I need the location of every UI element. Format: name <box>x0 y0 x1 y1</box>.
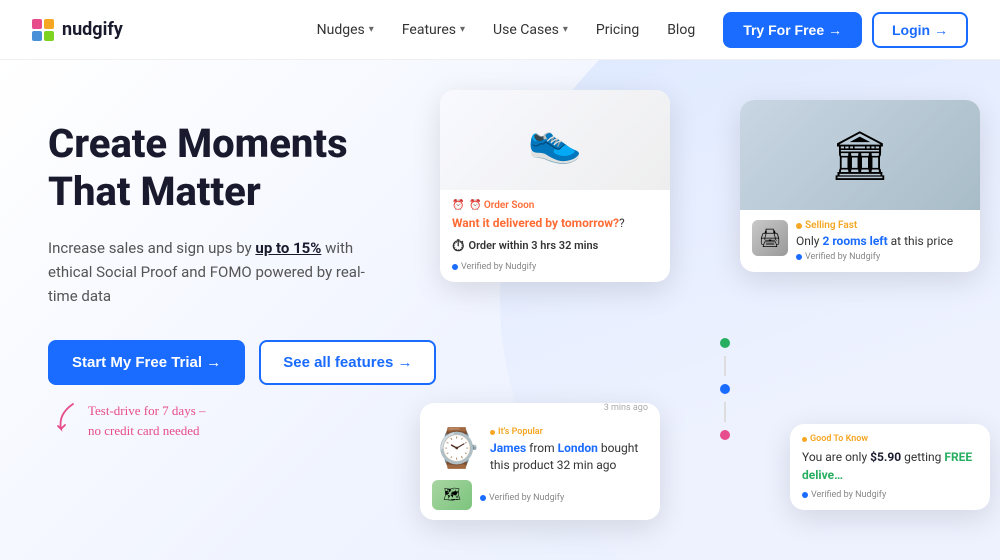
hotel-info: Selling Fast Only 2 rooms left at this p… <box>796 220 953 262</box>
handwritten-note: Test-drive for 7 days –no credit card ne… <box>88 401 380 440</box>
cta-row: Start My Free Trial → See all features → <box>48 340 380 385</box>
delivery-discount-card: Good To Know You are only $5.90 getting … <box>790 424 990 510</box>
gtk-dot <box>802 437 807 442</box>
purchase-nudge-card: 3 mins ago ⌚ It's Popular James from Lon… <box>420 403 660 520</box>
verified-dot <box>796 254 802 260</box>
nav-links: Nudges ▾ Features ▾ Use Cases ▾ Pricing … <box>305 14 708 46</box>
progress-dot-pink <box>720 430 730 440</box>
shoe-product-image: 👟 <box>440 90 670 190</box>
verified-dot <box>802 492 808 498</box>
clock-icon: ⏰ <box>452 200 464 211</box>
start-trial-button[interactable]: Start My Free Trial → <box>48 340 245 385</box>
logo-sq-4 <box>44 31 54 41</box>
progress-indicator <box>720 338 730 440</box>
timer-icon: ⏱ <box>452 236 464 256</box>
navbar: nudgify Nudges ▾ Features ▾ Use Cases ▾ … <box>0 0 1000 60</box>
hero-visuals: 👟 ⏰ ⏰ Order Soon Want it delivered by to… <box>380 60 1000 560</box>
chevron-down-icon: ▾ <box>460 24 465 35</box>
chevron-down-icon: ▾ <box>563 24 568 35</box>
progress-dot-blue <box>720 384 730 394</box>
verified-dot <box>452 264 458 270</box>
see-features-button[interactable]: See all features → <box>259 340 436 385</box>
hero-subtitle: Increase sales and sign ups by up to 15%… <box>48 236 380 308</box>
purchase-message: James from London bought this product 32… <box>490 440 648 474</box>
verified-badge: Verified by Nudgify <box>452 262 658 272</box>
good-to-know-tag: Good To Know <box>802 434 978 444</box>
map-thumbnail: 🗺 <box>432 480 472 510</box>
nav-nudges[interactable]: Nudges ▾ <box>305 14 386 46</box>
watch-info: It's Popular James from London bought th… <box>490 427 648 474</box>
watch-verified-badge: Verified by Nudgify <box>480 493 564 503</box>
hotel-nudge-card: 🏛 🖨 Selling Fast Only 2 rooms left at th… <box>740 100 980 272</box>
chevron-down-icon: ▾ <box>369 24 374 35</box>
watch-card-top: ⌚ It's Popular James from London bought … <box>420 417 660 480</box>
nav-blog[interactable]: Blog <box>655 14 707 46</box>
time-ago-label: 3 mins ago <box>420 403 660 413</box>
brand-name: nudgify <box>62 19 123 40</box>
progress-line <box>724 402 726 422</box>
nav-features[interactable]: Features ▾ <box>390 14 477 46</box>
highlight-text: up to 15% <box>255 239 321 257</box>
nav-pricing[interactable]: Pricing <box>584 14 651 46</box>
delivery-card-body: Good To Know You are only $5.90 getting … <box>790 424 990 510</box>
card-shoe-body: ⏰ ⏰ Order Soon Want it delivered by tomo… <box>440 190 670 282</box>
delivery-discount-message: You are only $5.90 getting FREE delive… <box>802 448 978 484</box>
map-row: 🗺 Verified by Nudgify <box>420 480 660 520</box>
logo[interactable]: nudgify <box>32 19 123 41</box>
arrow-icon <box>53 399 83 439</box>
logo-icon <box>32 19 54 41</box>
hero-title: Create Moments That Matter <box>48 120 380 216</box>
watch-icon: ⌚ <box>432 427 482 471</box>
rooms-message: Only 2 rooms left at this price <box>796 234 953 248</box>
logo-sq-3 <box>32 31 42 41</box>
location-highlight: London <box>558 441 598 455</box>
timer-row: ⏱ Order within 3 hrs 32 mins <box>452 236 658 256</box>
progress-dot-green <box>720 338 730 348</box>
trial-note: Test-drive for 7 days –no credit card ne… <box>88 401 380 440</box>
hero-content: Create Moments That Matter Increase sale… <box>0 60 380 560</box>
selling-fast-tag: Selling Fast <box>796 220 953 231</box>
nav-use-cases[interactable]: Use Cases ▾ <box>481 14 580 46</box>
selling-dot <box>796 223 802 229</box>
watch-image: ⌚ <box>432 427 482 471</box>
verified-dot <box>480 495 486 501</box>
hotel-thumbnail: 🖨 <box>752 220 788 256</box>
popular-tag: It's Popular <box>490 427 648 437</box>
login-button[interactable]: Login → <box>872 12 968 48</box>
hotel-image: 🏛 <box>740 100 980 210</box>
popular-dot <box>490 430 495 435</box>
logo-sq-1 <box>32 19 42 29</box>
progress-line <box>724 356 726 376</box>
delivery-message: Want it delivered by tomorrow?? <box>452 215 658 232</box>
hotel-card-body: 🖨 Selling Fast Only 2 rooms left at this… <box>740 210 980 272</box>
logo-sq-2 <box>44 19 54 29</box>
try-for-free-button[interactable]: Try For Free → <box>723 12 862 48</box>
delivery-nudge-card: 👟 ⏰ ⏰ Order Soon Want it delivered by to… <box>440 90 670 282</box>
hero-section: Create Moments That Matter Increase sale… <box>0 60 1000 560</box>
building-icon: 🏛 <box>830 127 891 184</box>
delivery-verified-badge: Verified by Nudgify <box>802 490 978 500</box>
hotel-verified-badge: Verified by Nudgify <box>796 252 953 262</box>
order-soon-tag: ⏰ ⏰ Order Soon <box>452 200 658 211</box>
